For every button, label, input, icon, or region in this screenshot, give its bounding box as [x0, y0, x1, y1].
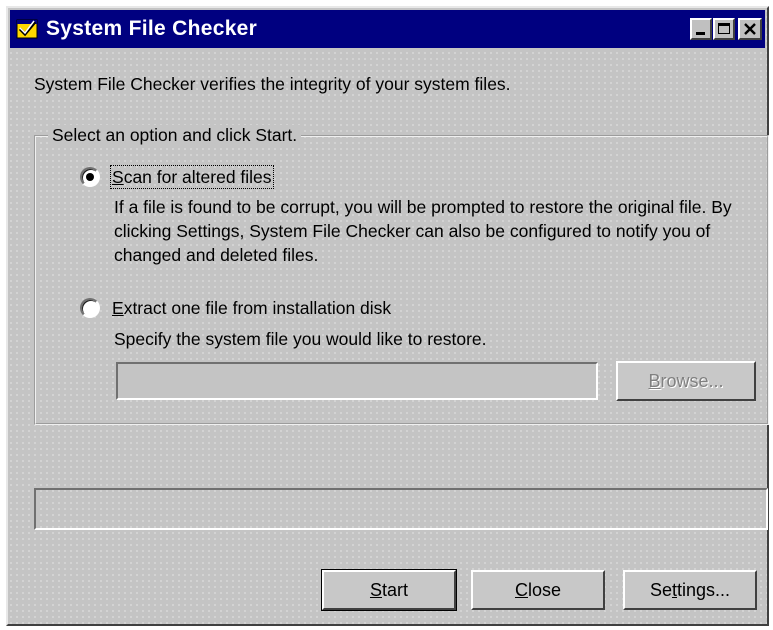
maximize-icon [718, 23, 730, 34]
button-accelerator: S [369, 580, 382, 600]
close-button[interactable]: Close [471, 570, 605, 610]
browse-button[interactable]: Browse... [616, 361, 756, 401]
radio-selected-dot [86, 173, 94, 181]
scan-help-text: If a file is found to be corrupt, you wi… [114, 197, 732, 265]
button-label-suffix: rowse... [660, 371, 724, 391]
progress-bar [34, 488, 768, 530]
minimize-button[interactable] [690, 18, 712, 40]
button-accelerator: C [514, 580, 528, 600]
system-file-checker-window: System File Checker System File Checker … [6, 6, 769, 626]
label-suffix: can for altered files [123, 167, 272, 187]
button-label-prefix: Se [649, 580, 672, 600]
close-icon [744, 23, 756, 35]
button-label-suffix: tart [382, 580, 409, 600]
window-title: System File Checker [46, 17, 258, 40]
extract-file-radio[interactable] [80, 298, 100, 318]
settings-button[interactable]: Settings... [623, 570, 757, 610]
system-file-input[interactable] [116, 362, 598, 400]
button-accelerator: B [648, 371, 661, 391]
label-accelerator: S [112, 167, 124, 187]
minimize-icon [696, 32, 705, 35]
button-label-suffix: lose [527, 580, 562, 600]
close-window-button[interactable] [738, 18, 762, 40]
extract-help-text: Specify the system file you would like t… [114, 329, 487, 349]
scan-altered-files-label[interactable]: Scan for altered files [110, 165, 274, 189]
description-text: System File Checker verifies the integri… [34, 74, 511, 94]
start-button[interactable]: Start [321, 569, 457, 611]
options-groupbox: Select an option and click Start. Scan f… [34, 125, 769, 425]
scan-altered-files-radio[interactable] [80, 167, 100, 187]
checkmark-window-icon [16, 19, 38, 39]
title-bar[interactable]: System File Checker [10, 10, 765, 48]
button-label-suffix: tings... [677, 580, 731, 600]
focus-rect: Scan for altered files [110, 165, 274, 189]
extract-file-label[interactable]: Extract one file from installation disk [112, 298, 391, 319]
options-group-legend: Select an option and click Start. [48, 125, 302, 146]
maximize-button[interactable] [713, 18, 735, 40]
label-accelerator: E [112, 298, 124, 318]
label-suffix: xtract one file from installation disk [123, 298, 392, 318]
